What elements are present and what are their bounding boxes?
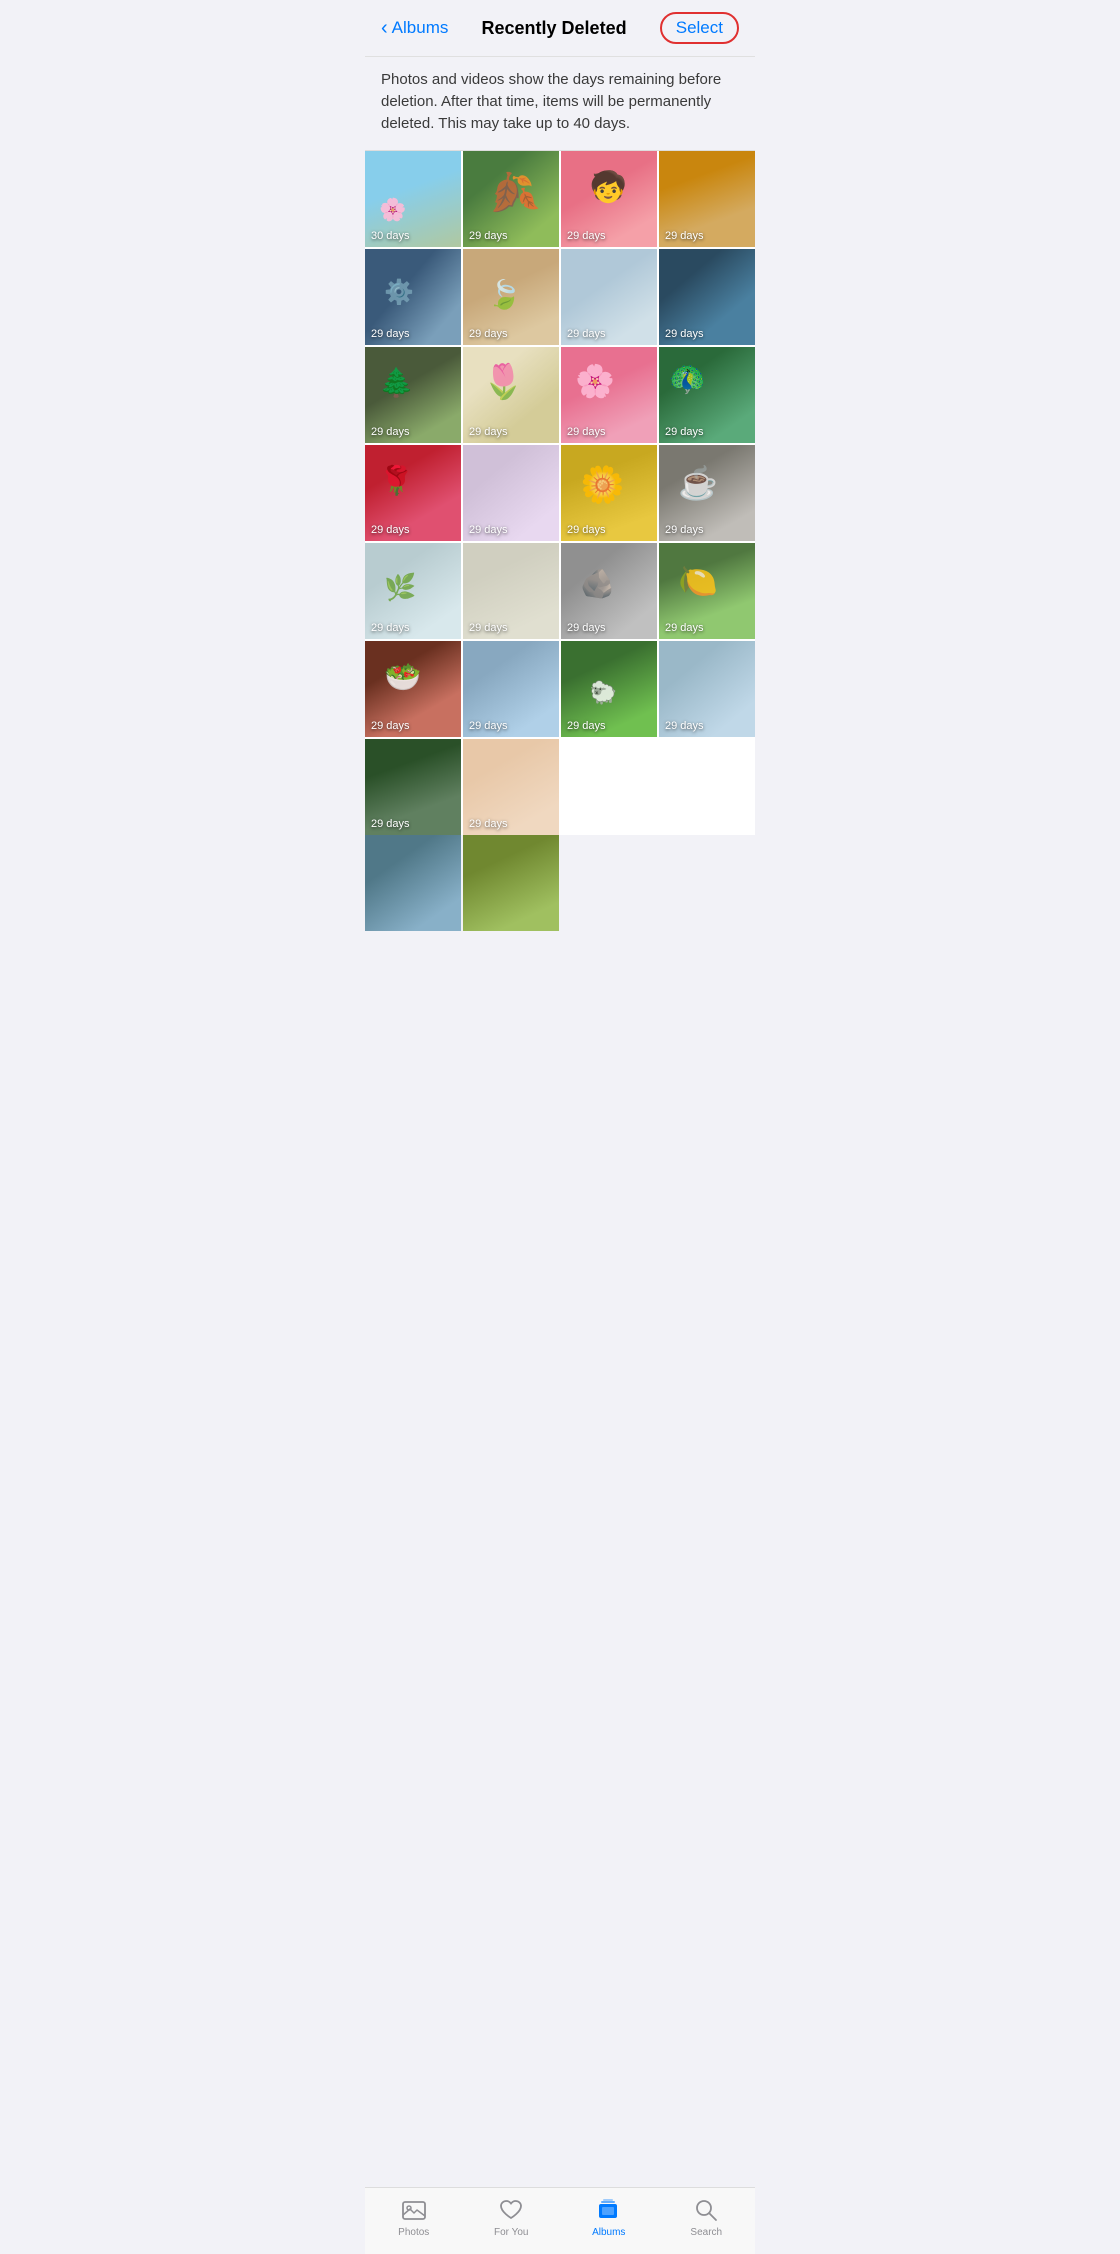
photo-cell-20[interactable]: 29 days bbox=[659, 543, 755, 639]
days-label-22: 29 days bbox=[469, 720, 508, 732]
days-label-17: 29 days bbox=[371, 622, 410, 634]
photo-cell-26[interactable]: 29 days bbox=[463, 739, 559, 835]
days-label-8: 29 days bbox=[665, 328, 704, 340]
days-label-6: 29 days bbox=[469, 328, 508, 340]
photo-cell-7[interactable]: 29 days bbox=[561, 249, 657, 345]
info-banner: Photos and videos show the days remainin… bbox=[365, 57, 755, 151]
photo-cell-28[interactable] bbox=[463, 835, 559, 931]
days-label-15: 29 days bbox=[567, 524, 606, 536]
days-label-25: 29 days bbox=[371, 818, 410, 830]
info-text: Photos and videos show the days remainin… bbox=[381, 71, 721, 132]
back-button[interactable]: ‹ Albums bbox=[381, 17, 448, 40]
days-label-26: 29 days bbox=[469, 818, 508, 830]
photo-cell-14[interactable]: 29 days bbox=[463, 445, 559, 541]
photo-cell-24[interactable]: 29 days bbox=[659, 641, 755, 737]
days-label-11: 29 days bbox=[567, 426, 606, 438]
tab-photos[interactable]: Photos bbox=[365, 2196, 463, 2238]
photo-cell-12[interactable]: 29 days bbox=[659, 347, 755, 443]
days-label-1: 30 days bbox=[371, 230, 410, 242]
days-label-16: 29 days bbox=[665, 524, 704, 536]
days-label-18: 29 days bbox=[469, 622, 508, 634]
chevron-left-icon: ‹ bbox=[381, 17, 388, 40]
days-label-9: 29 days bbox=[371, 426, 410, 438]
for-you-icon bbox=[497, 2196, 525, 2224]
photo-cell-6[interactable]: 29 days bbox=[463, 249, 559, 345]
photo-cell-16[interactable]: 29 days bbox=[659, 445, 755, 541]
tab-albums-label: Albums bbox=[592, 2227, 625, 2238]
days-label-13: 29 days bbox=[371, 524, 410, 536]
days-label-10: 29 days bbox=[469, 426, 508, 438]
tab-albums[interactable]: Albums bbox=[560, 2196, 658, 2238]
tab-for-you-label: For You bbox=[494, 2227, 528, 2238]
days-label-23: 29 days bbox=[567, 720, 606, 732]
albums-icon bbox=[595, 2196, 623, 2224]
days-label-2: 29 days bbox=[469, 230, 508, 242]
navigation-bar: ‹ Albums Recently Deleted Select bbox=[365, 0, 755, 57]
photo-grid-wrapper: 30 days 29 days 29 days 29 days 29 days 29 da… bbox=[365, 151, 755, 1011]
tab-search[interactable]: Search bbox=[658, 2196, 756, 2238]
tab-for-you[interactable]: For You bbox=[463, 2196, 561, 2238]
photo-cell-1[interactable]: 30 days bbox=[365, 151, 461, 247]
photo-cell-3[interactable]: 29 days bbox=[561, 151, 657, 247]
photo-cell-23[interactable]: 29 days bbox=[561, 641, 657, 737]
photo-cell-13[interactable]: 29 days bbox=[365, 445, 461, 541]
photos-icon bbox=[400, 2196, 428, 2224]
days-label-19: 29 days bbox=[567, 622, 606, 634]
days-label-20: 29 days bbox=[665, 622, 704, 634]
page-title: Recently Deleted bbox=[482, 18, 627, 39]
photo-cell-27[interactable] bbox=[365, 835, 461, 931]
days-label-3: 29 days bbox=[567, 230, 606, 242]
photo-cell-18[interactable]: 29 days bbox=[463, 543, 559, 639]
photo-cell-19[interactable]: 29 days bbox=[561, 543, 657, 639]
tab-search-label: Search bbox=[690, 2227, 722, 2238]
photo-cell-17[interactable]: 29 days bbox=[365, 543, 461, 639]
photo-cell-11[interactable]: 29 days bbox=[561, 347, 657, 443]
partial-row bbox=[365, 835, 755, 931]
photo-cell-2[interactable]: 29 days bbox=[463, 151, 559, 247]
days-label-5: 29 days bbox=[371, 328, 410, 340]
photo-cell-25[interactable]: 29 days bbox=[365, 739, 461, 835]
days-label-12: 29 days bbox=[665, 426, 704, 438]
photo-cell-15[interactable]: 29 days bbox=[561, 445, 657, 541]
photo-cell-10[interactable]: 29 days bbox=[463, 347, 559, 443]
select-button[interactable]: Select bbox=[660, 12, 739, 44]
photo-cell-4[interactable]: 29 days bbox=[659, 151, 755, 247]
days-label-14: 29 days bbox=[469, 524, 508, 536]
photo-cell-22[interactable]: 29 days bbox=[463, 641, 559, 737]
search-icon bbox=[692, 2196, 720, 2224]
photo-cell-9[interactable]: 29 days bbox=[365, 347, 461, 443]
photo-cell-5[interactable]: 29 days bbox=[365, 249, 461, 345]
back-label: Albums bbox=[392, 18, 449, 38]
tab-bar: Photos For You Albums Search bbox=[365, 2187, 755, 2254]
days-label-24: 29 days bbox=[665, 720, 704, 732]
days-label-4: 29 days bbox=[665, 230, 704, 242]
tab-photos-label: Photos bbox=[398, 2227, 429, 2238]
days-label-7: 29 days bbox=[567, 328, 606, 340]
photo-cell-21[interactable]: 29 days bbox=[365, 641, 461, 737]
photo-cell-8[interactable]: 29 days bbox=[659, 249, 755, 345]
photo-grid: 30 days 29 days 29 days 29 days 29 days 29 da… bbox=[365, 151, 755, 835]
days-label-21: 29 days bbox=[371, 720, 410, 732]
